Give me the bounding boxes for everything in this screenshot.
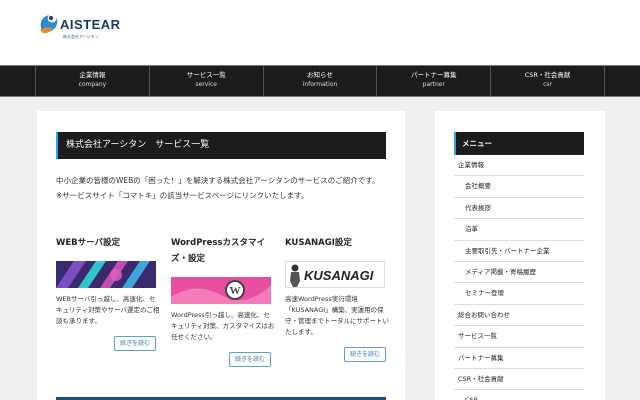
nav-label: サービス一覧: [186, 71, 226, 79]
card-image[interactable]: [56, 261, 156, 288]
read-more-button[interactable]: 続きを読む: [114, 336, 156, 351]
intro-text: 中小企業の皆様のWEBの「困った！」を解決する株式会社アーシタンのサービスのご紹…: [56, 173, 396, 203]
kusanagi-logo-text: KUSANAGI: [304, 268, 374, 283]
nav-item-company[interactable]: 企業情報 company: [36, 66, 150, 96]
sidebar-item-partners[interactable]: 主要取引先・パートナー企業: [454, 241, 584, 262]
nav-sublabel: information: [302, 81, 338, 88]
card-image[interactable]: KUSANAGI: [285, 261, 385, 288]
service-card-wordpress: WordPressカスタマイズ・設定 W WordPress引っ越し、高速化、セ…: [171, 235, 274, 367]
site-header: AISTEAR 株式会社アーシタン: [0, 0, 640, 65]
nav-sublabel: partner: [422, 81, 445, 88]
logo-swirl-icon: [40, 15, 58, 34]
intro-note: ※サービスサイト「コマトキ」の該当サービスページにリンクいたします。: [56, 191, 309, 200]
nav-sublabel: service: [195, 81, 217, 88]
sidebar-item-overview[interactable]: 会社概要: [454, 176, 584, 198]
sidebar-item-csr-social[interactable]: CSR・社会貢献: [454, 369, 584, 391]
sidebar-item-seminar[interactable]: セミナー登壇: [454, 283, 584, 305]
sidebar-item-services[interactable]: サービス一覧: [454, 326, 584, 348]
sidebar-item-partner-recruit[interactable]: パートナー募集: [454, 348, 584, 369]
card-title[interactable]: KUSANAGI設定: [285, 235, 385, 251]
service-card-kusanagi: KUSANAGI設定 KUSANAGI 高速WordPress実行環境「KUSA…: [285, 235, 389, 362]
sidebar-title: メニュー: [454, 132, 584, 155]
nav-label: パートナー募集: [411, 71, 457, 79]
sidebar-item-contact[interactable]: 総合お問い合わせ: [454, 305, 584, 327]
sidebar-item-csr[interactable]: CSR: [454, 390, 584, 400]
svg-text:W: W: [230, 285, 241, 297]
card-description: 高速WordPress実行環境「KUSANAGI」構築、実運用の保守・管理までト…: [285, 295, 389, 336]
nav-item-service[interactable]: サービス一覧 service: [150, 66, 264, 96]
global-nav: 企業情報 company サービス一覧 service お知らせ informa…: [0, 65, 640, 97]
nav-item-csr[interactable]: CSR・社会貢献 csr: [491, 66, 605, 96]
nav-label: CSR・社会貢献: [524, 71, 571, 79]
nav-label: 企業情報: [79, 71, 106, 79]
nav-item-partner[interactable]: パートナー募集 partner: [377, 66, 492, 96]
sidebar-menu: 企業情報 会社概要 代表挨拶 沿革 主要取引先・パートナー企業 メディア掲載・寄…: [454, 155, 584, 400]
site-logo[interactable]: AISTEAR 株式会社アーシタン: [37, 12, 127, 42]
sidebar-item-history[interactable]: 沿革: [454, 219, 584, 241]
card-title[interactable]: WEBサーバ設定: [56, 235, 156, 251]
main-content: 株式会社アーシタン サービス一覧 中小企業の皆様のWEBの「困った！」を解決する…: [37, 111, 405, 400]
nav-sublabel: company: [78, 81, 107, 88]
card-description: WordPress引っ越し、高速化、セキュリティ対策、カスタマイズはお任せくださ…: [171, 311, 275, 341]
read-more-button[interactable]: 続きを読む: [229, 352, 271, 367]
card-description: WEBサーバ引っ越し、高速化、セキュリティ対策やサーバ選定のご相談も承ります。: [56, 295, 160, 325]
logo-text: AISTEAR: [60, 17, 121, 32]
ninja-icon: [290, 264, 300, 287]
read-more-button[interactable]: 続きを読む: [344, 347, 386, 362]
intro-line: 中小企業の皆様のWEBの「困った！」を解決する株式会社アーシタンのサービスのご紹…: [56, 176, 380, 185]
sidebar: メニュー 企業情報 会社概要 代表挨拶 沿革 主要取引先・パートナー企業 メディ…: [435, 111, 605, 400]
logo-subtitle: 株式会社アーシタン: [63, 34, 99, 39]
page-title: 株式会社アーシタン サービス一覧: [56, 132, 386, 159]
nav-label: お知らせ: [307, 71, 333, 79]
sidebar-item-company[interactable]: 企業情報: [454, 155, 584, 177]
service-card-web-server: WEBサーバ設定 WEBサーバ引っ越し、高速化、セキュリティ対策やサーバ選定のご…: [56, 235, 160, 351]
card-image[interactable]: W: [171, 277, 271, 304]
sidebar-item-greeting[interactable]: 代表挨拶: [454, 198, 584, 220]
sidebar-item-media[interactable]: メディア掲載・寄稿履歴: [454, 262, 584, 284]
nav-sublabel: csr: [543, 81, 553, 88]
nav-item-information[interactable]: お知らせ information: [264, 66, 378, 96]
card-title[interactable]: WordPressカスタマイズ・設定: [171, 235, 271, 267]
